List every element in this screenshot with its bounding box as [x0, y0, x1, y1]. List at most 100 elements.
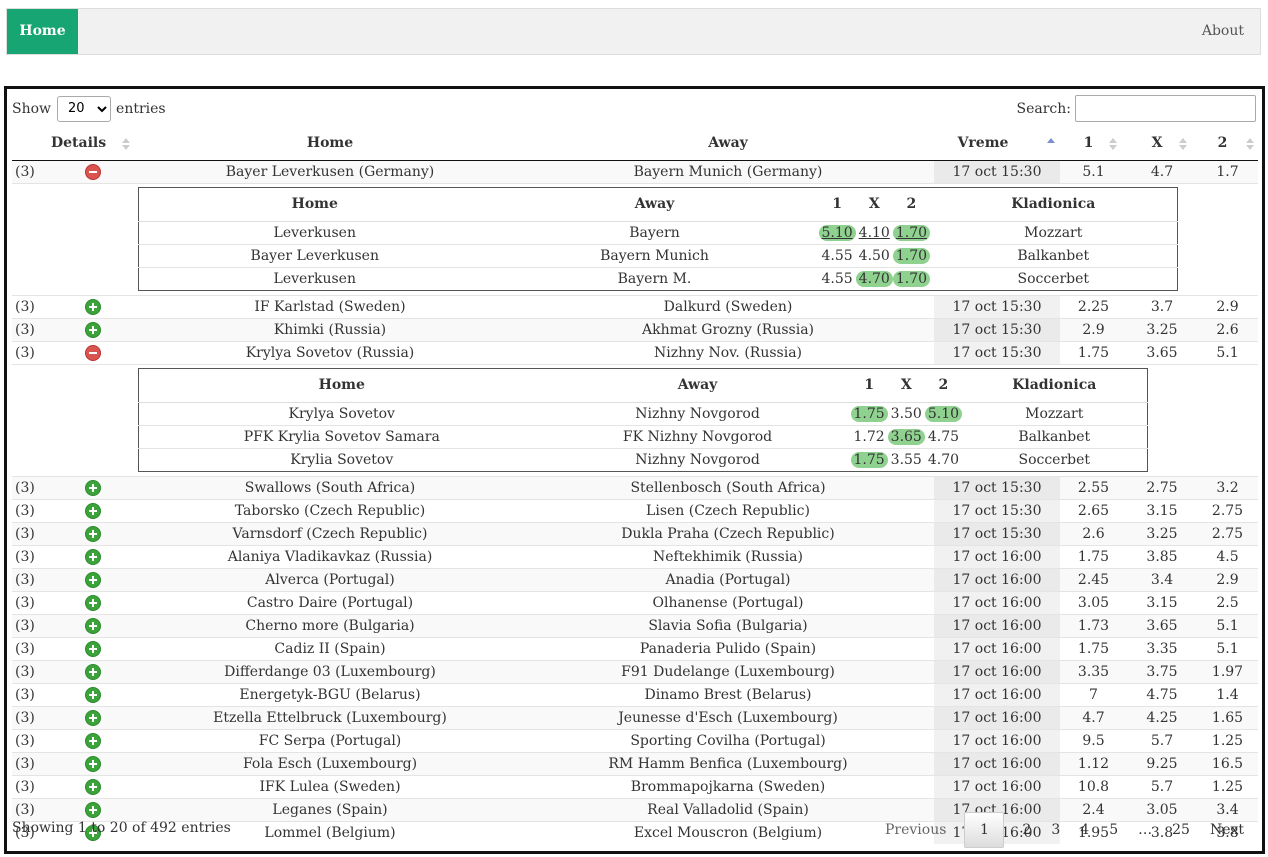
odds-2: 2.75	[1197, 498, 1258, 522]
details-toggle-cell[interactable]	[47, 728, 138, 752]
odds-x: 3.65	[1127, 613, 1197, 637]
expand-icon[interactable]	[85, 503, 100, 518]
match-time: 17 oct 15:30	[934, 498, 1060, 522]
home-team: Energetyk-BGU (Belarus)	[138, 682, 522, 706]
home-team: Castro Daire (Portugal)	[138, 590, 522, 614]
odds-1: 7	[1060, 682, 1127, 706]
expand-icon[interactable]	[85, 756, 100, 771]
page-button[interactable]: 4	[1070, 813, 1099, 847]
next-button[interactable]: Next	[1200, 813, 1254, 847]
details-toggle-cell[interactable]	[47, 498, 138, 522]
col-odds-x[interactable]: X	[1127, 126, 1197, 161]
col-vreme[interactable]: Vreme	[934, 126, 1060, 161]
col-odds-1[interactable]: 1	[1060, 126, 1127, 161]
odds-2: 5.1	[1197, 340, 1258, 364]
expand-icon[interactable]	[85, 687, 100, 702]
previous-button[interactable]: Previous	[875, 813, 956, 847]
odds-col-header: Kladionica	[930, 187, 1178, 222]
nav-home-link[interactable]: Home	[7, 9, 78, 54]
collapse-icon[interactable]	[85, 164, 100, 179]
collapse-icon[interactable]	[85, 345, 100, 360]
details-toggle-cell[interactable]	[47, 159, 138, 183]
col-home[interactable]: Home	[138, 126, 522, 161]
details-toggle-cell[interactable]	[47, 340, 138, 364]
book-odds-cell: 1.75	[850, 401, 888, 425]
source-count: (3)	[12, 567, 47, 591]
book-odds-cell: 1.75	[850, 447, 888, 471]
expand-icon[interactable]	[85, 618, 100, 633]
expand-icon[interactable]	[85, 526, 100, 541]
book-odds-cell: 4.55	[818, 243, 856, 267]
best-odds: 5.10	[924, 405, 963, 422]
odds-comparison-table: Home Away 1 X 2 Kladionica Leverkusen Bayern 5.1…	[138, 186, 1178, 291]
entries-per-page-select[interactable]: 20	[57, 95, 112, 122]
book-away: FK Nizhny Novgorod	[544, 424, 851, 448]
table-row: (3) Cadiz II (Spain) Panaderia Pulido (Spa…	[12, 636, 1258, 660]
table-header-row: Details Home Away Vreme 1 X 2	[12, 126, 1258, 161]
expand-icon[interactable]	[85, 549, 100, 564]
book-odds-cell: 5.10	[924, 401, 963, 425]
details-toggle-cell[interactable]	[47, 682, 138, 706]
home-team: Fola Esch (Luxembourg)	[138, 751, 522, 775]
expand-icon[interactable]	[85, 664, 100, 679]
details-toggle-cell[interactable]	[47, 567, 138, 591]
expand-icon[interactable]	[85, 641, 100, 656]
details-toggle-cell[interactable]	[47, 475, 138, 499]
odds-x: 3.85	[1127, 544, 1197, 568]
page-button[interactable]: 3	[1041, 813, 1070, 847]
details-toggle-cell[interactable]	[47, 590, 138, 614]
details-toggle-cell[interactable]	[47, 636, 138, 660]
expand-icon[interactable]	[85, 595, 100, 610]
details-toggle-cell[interactable]	[47, 317, 138, 341]
odds-x: 3.25	[1127, 521, 1197, 545]
details-toggle-cell[interactable]	[47, 705, 138, 729]
sort-asc-icon	[1047, 138, 1055, 152]
details-toggle-cell[interactable]	[47, 751, 138, 775]
odds-x: 3.65	[1127, 340, 1197, 364]
page-button[interactable]: 5	[1099, 813, 1128, 847]
expand-icon[interactable]	[85, 480, 100, 495]
top-navbar: Home About	[6, 8, 1261, 55]
expand-icon[interactable]	[85, 710, 100, 725]
page-button[interactable]: 25	[1162, 813, 1200, 847]
book-odds-cell: 1.70	[892, 266, 931, 290]
details-toggle-cell[interactable]	[47, 294, 138, 318]
search-input[interactable]	[1075, 95, 1256, 122]
details-toggle-cell[interactable]	[47, 659, 138, 683]
expand-icon[interactable]	[85, 779, 100, 794]
odds-x: 4.7	[1127, 159, 1197, 183]
book-odds-cell: 1.72	[850, 424, 888, 448]
table-row: (3) IFK Lulea (Sweden) Brommapojkarna (Swe…	[12, 774, 1258, 798]
details-toggle-cell[interactable]	[47, 613, 138, 637]
page-button[interactable]: 2	[1012, 813, 1041, 847]
details-toggle-cell[interactable]	[47, 797, 138, 821]
expand-icon[interactable]	[85, 299, 100, 314]
page-button[interactable]: 1	[964, 812, 1005, 848]
col-odds-2[interactable]: 2	[1197, 126, 1258, 161]
table-row: (3) IF Karlstad (Sweden) Dalkurd (Sweden) 1…	[12, 294, 1258, 318]
book-odds-cell: 5.10	[818, 220, 856, 244]
best-odds: 1.75	[850, 405, 888, 422]
odds-1: 2.65	[1060, 498, 1127, 522]
source-count: (3)	[12, 797, 47, 821]
odds-x: 4.25	[1127, 705, 1197, 729]
col-details-label: Details	[51, 134, 107, 151]
nav-about-link[interactable]: About	[1202, 9, 1244, 54]
expand-icon[interactable]	[85, 322, 100, 337]
details-toggle-cell[interactable]	[47, 521, 138, 545]
col-away-label: Away	[708, 134, 748, 151]
col-away[interactable]: Away	[522, 126, 934, 161]
details-toggle-cell[interactable]	[47, 544, 138, 568]
odds-col-header: 1	[850, 368, 888, 403]
book-away: Bayern M.	[490, 266, 819, 290]
expand-icon[interactable]	[85, 733, 100, 748]
bookmaker-name: Balkanbet	[930, 243, 1178, 267]
details-toggle-cell[interactable]	[47, 774, 138, 798]
expand-icon[interactable]	[85, 572, 100, 587]
odds-2: 2.9	[1197, 567, 1258, 591]
odds-value: 4.55	[821, 247, 853, 264]
col-details[interactable]: Details	[47, 126, 138, 161]
expand-icon[interactable]	[85, 802, 100, 817]
odds-2: 4.5	[1197, 544, 1258, 568]
source-count: (3)	[12, 682, 47, 706]
